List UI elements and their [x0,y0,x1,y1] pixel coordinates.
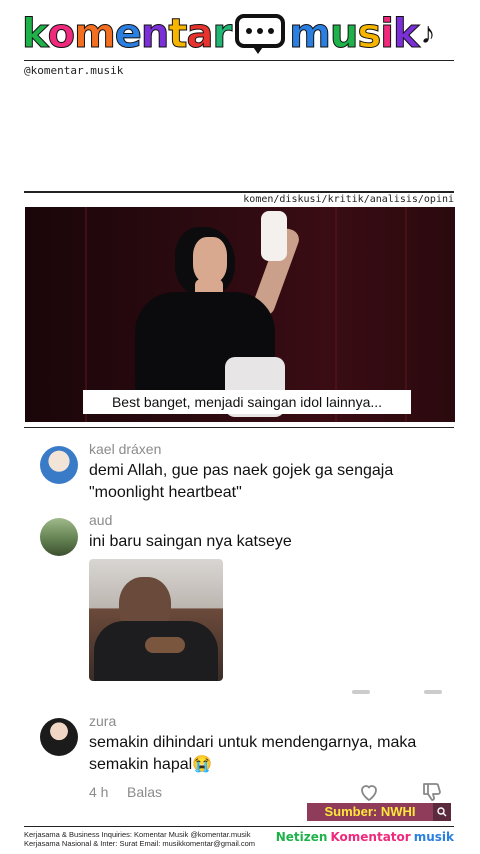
brand-letter: n [140,11,170,57]
music-note-icon: ♪ [420,17,436,50]
brand-word-komentar: komentar [22,11,233,57]
scroll-fragment [424,690,442,694]
thumbs-down-icon[interactable] [420,780,444,804]
reply-button[interactable]: Balas [127,784,162,800]
divider [24,191,454,193]
brand-letter: k [392,11,420,57]
performer-glove [261,211,287,261]
video-caption: Best banget, menjadi saingan idol lainny… [83,390,411,414]
footer-info: Kerjasama & Business Inquiries: Komentar… [24,830,255,848]
footer-logo: Netizen Komentator musik [276,830,454,844]
footer-line: Kerjasama & Business Inquiries: Komentar… [24,830,251,839]
divider [24,826,454,827]
comment-text: demi Allah, gue pas naek gojek ga sengaj… [89,462,394,501]
brand-letter: t [168,11,188,57]
scroll-fragment [352,690,370,694]
comment-username[interactable]: zura [89,713,116,729]
comment-text: semakin dihindari untuk mendengarnya, ma… [89,734,417,773]
brand-logo: komentar musik ♪ [22,10,436,58]
search-icon[interactable] [433,803,451,821]
source-label: Sumber: NWHI [307,803,433,821]
divider [24,427,454,428]
footer-logo-word: Komentator [330,830,411,844]
brand-handle: @komentar.musik [24,64,124,77]
brand-letter: u [329,11,359,57]
footer-logo-word: Netizen [275,830,328,844]
chat-bubble-icon [235,14,286,54]
avatar[interactable] [40,718,78,756]
comment-text: ini baru saingan nya katseye [89,533,292,550]
avatar[interactable] [40,446,78,484]
brand-letter: a [186,11,214,57]
comment-time: 4 h [89,784,109,800]
meme-person-hand [145,637,185,653]
topic-tags: komen/diskusi/kritik/analisis/opini [243,194,454,205]
divider [24,60,454,61]
comment-username[interactable]: aud [89,512,112,528]
footer-line: Kerjasama Nasional & Inter: Surat Email:… [24,839,256,848]
comment-username[interactable]: kael dráxen [89,441,161,457]
brand-letter: o [47,11,76,57]
footer-logo-word: musik [413,830,454,844]
brand-letter: e [114,11,142,57]
heart-icon[interactable] [357,780,381,804]
brand-letter: k [22,11,50,57]
brand-letter: i [380,11,395,57]
performer-face [193,237,227,283]
brand-letter: m [74,11,117,57]
brand-letter: m [289,11,332,57]
brand-letter: s [357,11,382,57]
source-badge: Sumber: NWHI [307,803,451,821]
avatar[interactable] [40,518,78,556]
video-player[interactable]: Best banget, menjadi saingan idol lainny… [25,207,455,422]
comment-image[interactable] [89,559,223,681]
brand-word-musik: musik [289,11,420,57]
brand-letter: r [212,11,233,57]
